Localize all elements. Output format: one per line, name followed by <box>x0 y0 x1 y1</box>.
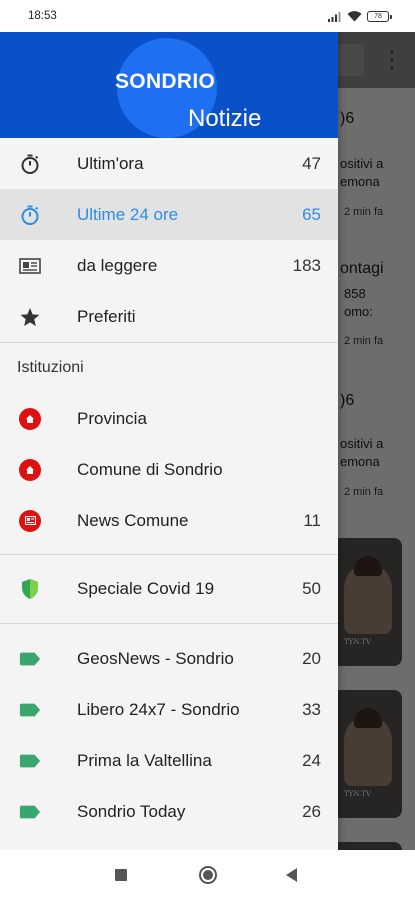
system-navigation-bar <box>0 850 415 900</box>
menu-count: 50 <box>302 579 321 598</box>
status-icons: 78 <box>328 10 392 22</box>
tag-icon <box>19 699 41 721</box>
menu-item-libero-24x7-sondrio[interactable]: Libero 24x7 - Sondrio 33 <box>0 684 338 735</box>
menu-count: 65 <box>302 204 321 224</box>
menu-item-preferiti[interactable]: Preferiti <box>0 291 338 342</box>
section-title-istituzioni: Istituzioni <box>17 359 84 376</box>
menu-label: Prima la Valtellina <box>77 750 212 770</box>
tag-icon <box>19 750 41 772</box>
menu-label: Libero 24x7 - Sondrio <box>77 699 240 719</box>
drawer-header: SONDRIO Notizie <box>0 32 338 138</box>
menu-item-provincia[interactable]: Provincia <box>0 393 338 444</box>
status-bar: 18:53 78 <box>0 0 415 32</box>
home-icon <box>19 407 41 430</box>
menu-count: 47 <box>302 153 321 173</box>
menu-label: Speciale Covid 19 <box>77 579 215 598</box>
menu-count: 24 <box>302 750 321 770</box>
menu-count: 26 <box>302 801 321 821</box>
menu-item-comune-di-sondrio[interactable]: Comune di Sondrio <box>0 444 338 495</box>
menu-label: Provincia <box>77 408 147 428</box>
menu-label: da leggere <box>77 255 158 275</box>
home-button[interactable] <box>199 866 217 884</box>
newspaper-icon <box>19 509 41 532</box>
brand-subtitle: Notizie <box>188 105 262 132</box>
signal-icon <box>328 11 341 22</box>
menu-item-prima-la-valtellina[interactable]: Prima la Valtellina 24 <box>0 735 338 786</box>
menu-label: Ultim'ora <box>77 153 144 173</box>
menu-label: Ultime 24 ore <box>77 204 179 224</box>
home-icon <box>19 458 41 481</box>
tag-icon <box>19 801 41 823</box>
recents-button[interactable] <box>115 869 127 881</box>
menu-count: 20 <box>302 648 321 668</box>
menu-label: Comune di Sondrio <box>77 459 223 479</box>
menu-item-sondrio-today[interactable]: Sondrio Today 26 <box>0 786 338 837</box>
battery-icon: 78 <box>367 10 392 22</box>
menu-item-ultimora[interactable]: Ultim'ora 47 <box>0 138 338 189</box>
stopwatch-icon <box>19 204 41 226</box>
wifi-icon <box>347 10 362 21</box>
menu-label: News Comune <box>77 510 189 530</box>
menu-item-da-leggere[interactable]: da leggere 183 <box>0 240 338 291</box>
menu-item-news-comune[interactable]: News Comune 11 <box>0 495 338 546</box>
menu-item-geosnews-sondrio[interactable]: GeosNews - Sondrio 20 <box>0 633 338 684</box>
menu-label: GeosNews - Sondrio <box>77 648 234 668</box>
brand-title: SONDRIO <box>115 70 216 93</box>
menu-count: 11 <box>303 510 321 530</box>
status-time: 18:53 <box>28 10 57 22</box>
stopwatch-icon <box>19 153 41 175</box>
star-icon <box>19 306 41 328</box>
menu-item-speciale-covid-19[interactable]: Speciale Covid 19 50 <box>0 555 338 623</box>
newspaper-icon <box>19 255 41 277</box>
menu-count: 183 <box>292 255 321 275</box>
menu-label: Preferiti <box>77 306 136 326</box>
menu-label: Sondrio Today <box>77 801 186 821</box>
menu-count: 33 <box>302 699 321 719</box>
tag-icon <box>19 648 41 670</box>
navigation-drawer: SONDRIO Notizie Ultim'ora 47 Ultime 24 o… <box>0 32 338 850</box>
back-button[interactable] <box>286 868 297 882</box>
menu-item-ultime-24-ore[interactable]: Ultime 24 ore 65 <box>0 189 338 240</box>
shield-icon <box>19 578 41 600</box>
